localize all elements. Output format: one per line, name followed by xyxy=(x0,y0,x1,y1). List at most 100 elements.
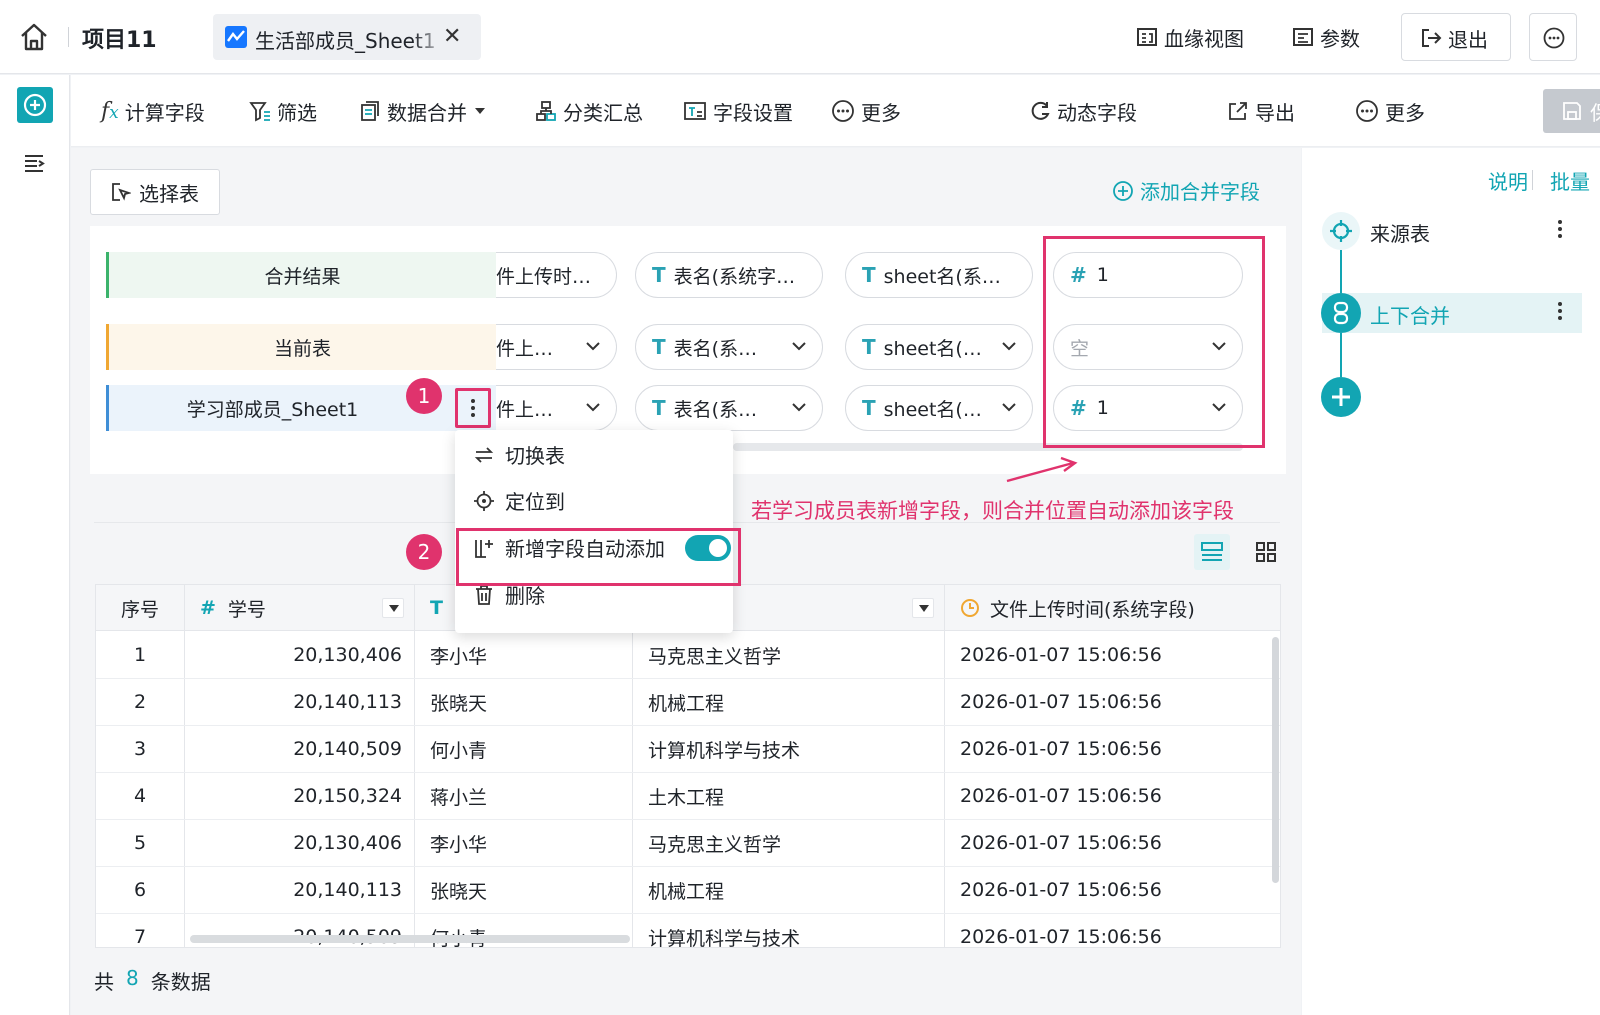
list-view-button[interactable] xyxy=(1194,534,1230,570)
cell-major: 土木工程 xyxy=(648,786,725,809)
cell-seq: 5 xyxy=(133,832,147,854)
ellipsis-circle-icon xyxy=(1356,100,1378,122)
ellipsis-circle-icon xyxy=(1543,27,1565,49)
chevron-down-icon xyxy=(1002,403,1016,412)
cell-seq: 1 xyxy=(133,644,147,666)
add-step-plus-icon[interactable] xyxy=(1321,377,1361,417)
explain-link[interactable]: 说明 xyxy=(1488,166,1528,195)
batch-link[interactable]: 批量 xyxy=(1550,166,1590,195)
annotation-text: 若学习成员表新增字段，则合并位置自动添加该字段 xyxy=(751,499,1234,523)
dynamic-field-button[interactable]: 动态字段 xyxy=(1029,96,1137,126)
data-merge-button[interactable]: 数据合并 xyxy=(359,96,487,126)
current-field-table-name[interactable]: T 表名(系… xyxy=(635,324,823,370)
count-suffix: 条数据 xyxy=(150,970,211,994)
save-button[interactable]: 保存 xyxy=(1543,89,1600,133)
filter-button[interactable]: 筛选 xyxy=(249,96,317,126)
grid-view-button[interactable] xyxy=(1248,534,1284,570)
result-field-sheet-name[interactable]: Tsheet名(系… xyxy=(845,252,1033,298)
merge-icon xyxy=(361,101,379,121)
current-field-upload-time[interactable]: 件上… xyxy=(496,324,617,370)
ellipsis-circle-icon xyxy=(832,100,854,122)
cell-name: 张晓天 xyxy=(430,880,488,903)
export-icon xyxy=(1229,102,1247,120)
menu-item-switch-table[interactable]: 切换表 xyxy=(473,440,565,469)
cell-upload-time: 2026-01-07 15:06:56 xyxy=(960,644,1162,666)
more-right-button[interactable]: 更多 xyxy=(1355,96,1425,126)
calc-field-button[interactable]: fx 计算字段 xyxy=(101,96,205,126)
field-settings-label: 字段设置 xyxy=(713,100,793,125)
cell-major: 马克思主义哲学 xyxy=(648,645,782,668)
source-field-table-name[interactable]: T 表名(系… xyxy=(635,385,823,431)
step-union-highlight xyxy=(1322,293,1582,333)
lineage-view-label: 血缘视图 xyxy=(1164,26,1244,51)
count-prefix: 共 xyxy=(94,970,114,994)
column-filter-dropdown[interactable] xyxy=(382,598,404,618)
add-merge-field-button[interactable]: 添加合并字段 xyxy=(1112,176,1260,205)
chevron-down-icon xyxy=(1002,342,1016,351)
dynamic-field-label: 动态字段 xyxy=(1057,100,1137,125)
step-source-table[interactable]: 来源表 xyxy=(1370,218,1430,247)
text-type-icon: T xyxy=(652,396,666,420)
exit-button[interactable]: 退出 xyxy=(1401,13,1511,61)
top-bar: 项目11 生活部成员_Sheet1 ✕ 血缘视图 参数 退出 xyxy=(0,0,1600,74)
cell-student-id: 20,140,113 xyxy=(293,691,402,713)
column-header-upload-time[interactable]: 文件上传时间(系统字段) xyxy=(960,585,1195,631)
cell-student-id: 20,140,509 xyxy=(293,738,402,760)
cell-seq: 3 xyxy=(133,738,147,760)
lineage-view-button[interactable]: 血缘视图 xyxy=(1136,22,1244,52)
current-field-sheet-name[interactable]: Tsheet名(… xyxy=(845,324,1033,370)
select-table-label: 选择表 xyxy=(139,181,199,206)
cell-name: 何小青 xyxy=(430,739,488,762)
current-table-row-label: 当前表 xyxy=(106,324,496,370)
step-union-merge[interactable]: 上下合并 xyxy=(1370,300,1450,329)
cell-seq: 6 xyxy=(133,879,147,901)
outline-list-icon[interactable] xyxy=(23,153,45,173)
menu-item-locate[interactable]: 定位到 xyxy=(473,486,565,515)
source-field-upload-time[interactable]: 件上… xyxy=(496,385,617,431)
left-rail xyxy=(0,75,70,1015)
highlight-auto-add-box xyxy=(456,528,741,586)
group-summary-button[interactable]: 分类汇总 xyxy=(535,96,643,126)
project-title: 项目11 xyxy=(82,28,157,53)
cell-upload-time: 2026-01-07 15:06:56 xyxy=(960,738,1162,760)
cell-student-id: 20,140,113 xyxy=(293,879,402,901)
grid-view-icon xyxy=(1256,542,1276,562)
calc-field-label: 计算字段 xyxy=(124,100,205,125)
cell-major: 机械工程 xyxy=(648,692,725,715)
tab-active-sheet[interactable]: 生活部成员_Sheet1 ✕ xyxy=(213,14,481,60)
source-table-menu-button[interactable] xyxy=(455,388,491,428)
home-icon[interactable] xyxy=(18,22,50,52)
cell-seq: 4 xyxy=(133,785,147,807)
select-table-button[interactable]: 选择表 xyxy=(90,169,220,215)
export-button[interactable]: 导出 xyxy=(1227,96,1295,126)
chevron-down-icon xyxy=(792,403,806,412)
params-button[interactable]: 参数 xyxy=(1292,22,1360,52)
close-icon[interactable]: ✕ xyxy=(443,24,461,49)
text-type-icon: T xyxy=(652,263,666,287)
switch-icon xyxy=(474,446,494,463)
result-field-table-name[interactable]: T 表名(系统字… xyxy=(635,252,823,298)
step-menu-icon[interactable] xyxy=(1557,220,1563,238)
add-step-icon[interactable] xyxy=(17,87,53,123)
grid-horizontal-scrollbar[interactable] xyxy=(190,935,630,943)
column-header-student-id[interactable]: # 学号 xyxy=(200,585,266,631)
field-settings-button[interactable]: 字段设置 xyxy=(683,96,793,126)
chart-line-icon xyxy=(225,26,247,48)
column-filter-dropdown[interactable] xyxy=(912,598,934,618)
union-merge-step-icon xyxy=(1321,293,1361,333)
more-left-button[interactable]: 更多 xyxy=(831,96,901,126)
locate-icon xyxy=(474,490,494,511)
cell-upload-time: 2026-01-07 15:06:56 xyxy=(960,832,1162,854)
save-label: 保存 xyxy=(1590,97,1600,126)
cell-upload-time: 2026-01-07 15:06:56 xyxy=(960,691,1162,713)
trash-icon xyxy=(476,584,492,605)
grid-vertical-scrollbar[interactable] xyxy=(1272,637,1279,883)
number-type-icon: # xyxy=(200,597,216,619)
text-type-icon: T xyxy=(862,396,876,420)
result-field-upload-time[interactable]: 件上传时… xyxy=(496,252,617,298)
source-field-sheet-name[interactable]: Tsheet名(… xyxy=(845,385,1033,431)
more-menu-button[interactable] xyxy=(1529,13,1577,61)
cell-major: 计算机科学与技术 xyxy=(648,739,801,762)
step-menu-icon[interactable] xyxy=(1557,302,1563,320)
row-count-footer: 共 8 条数据 xyxy=(94,966,211,995)
